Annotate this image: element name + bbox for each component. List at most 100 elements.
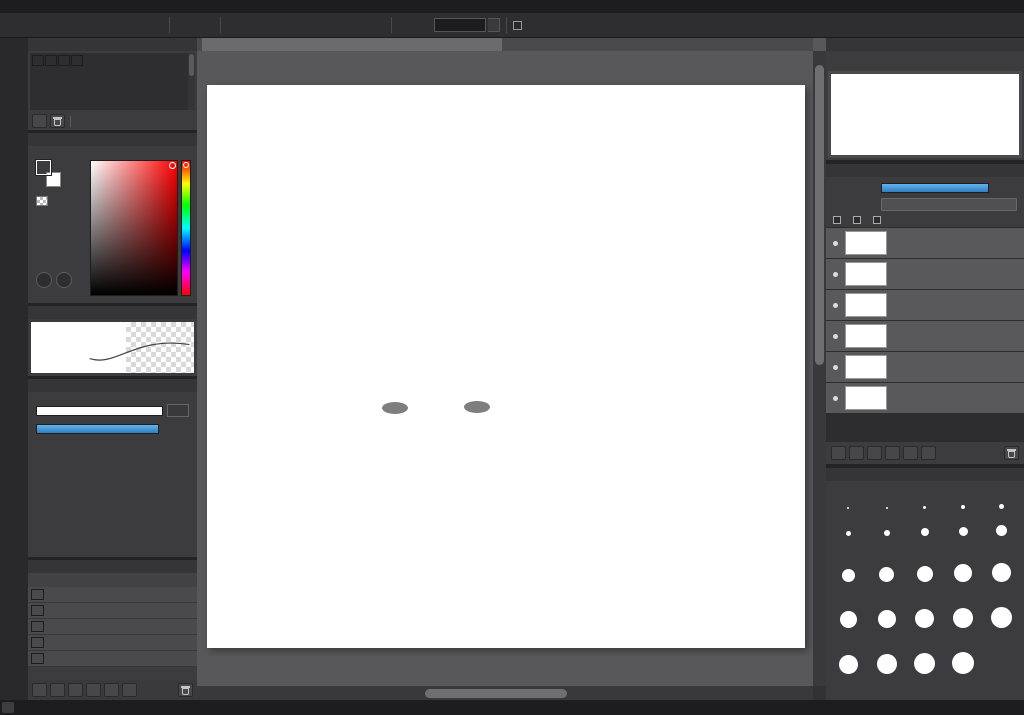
wave-mode-icon[interactable]	[327, 16, 345, 34]
mesh-mode-icon[interactable]	[267, 16, 285, 34]
layer-menu-icon[interactable]	[921, 446, 936, 460]
transfer-layer-icon[interactable]	[867, 446, 882, 460]
clipping-checkbox[interactable]	[853, 215, 861, 224]
select-rect-tool-icon[interactable]	[3, 254, 25, 276]
horizontal-scrollbar[interactable]	[197, 686, 813, 700]
divide-tool-icon[interactable]	[3, 358, 25, 380]
canvas-page[interactable]	[207, 85, 805, 648]
panels-layout-icon[interactable]	[145, 16, 163, 34]
vertical-scroll-thumb[interactable]	[815, 65, 824, 365]
brush-size-option[interactable]	[983, 512, 1021, 539]
flip-horizontal-icon[interactable]	[943, 53, 960, 68]
brush-size-option[interactable]	[829, 631, 867, 677]
transparent-color-chip[interactable]	[36, 196, 48, 206]
layer-visibility-icon[interactable]	[833, 364, 838, 370]
horizontal-scroll-thumb[interactable]	[424, 688, 567, 698]
foreground-color-swatch[interactable]	[35, 159, 52, 176]
scroll-right-icon[interactable]	[802, 686, 813, 700]
layer-visibility-icon[interactable]	[833, 271, 838, 277]
brush-row-selected[interactable]	[28, 619, 197, 635]
brush-opacity-slider[interactable]	[36, 424, 159, 434]
clipping-option[interactable]	[853, 215, 864, 224]
soft-edge-checkbox[interactable]	[513, 20, 522, 30]
layer-visibility-icon[interactable]	[833, 333, 838, 339]
grid-view-icon[interactable]	[125, 16, 143, 34]
brush-size-option[interactable]	[944, 512, 982, 539]
brush-group-row[interactable]	[28, 573, 197, 587]
reset-view-icon[interactable]	[962, 53, 979, 68]
adjust-dropdown-icon[interactable]	[488, 18, 500, 32]
open-file-icon[interactable]	[45, 16, 63, 34]
move-tool-icon[interactable]	[3, 150, 25, 172]
save-as-icon[interactable]	[85, 16, 103, 34]
add-swatch-icon[interactable]	[32, 114, 47, 128]
swap-colors-icon[interactable]	[56, 272, 72, 288]
status-panel-icon[interactable]	[2, 702, 14, 713]
edit-brush-icon[interactable]	[68, 683, 83, 697]
undo-icon[interactable]	[176, 16, 194, 34]
brush-size-option[interactable]	[829, 585, 867, 631]
add-layer-icon[interactable]	[831, 446, 846, 460]
brush-size-option[interactable]	[906, 485, 944, 512]
gradient-tool-icon[interactable]	[3, 228, 25, 250]
brush-mode-icon[interactable]	[227, 16, 245, 34]
brush-size-option[interactable]	[983, 539, 1021, 585]
delete-layer-icon[interactable]	[1004, 446, 1019, 460]
brush-size-option[interactable]	[867, 539, 905, 585]
eyedropper-tool-icon[interactable]	[3, 436, 25, 458]
brush-size-option[interactable]	[867, 512, 905, 539]
brush-settings-icon[interactable]	[367, 16, 385, 34]
brush-menu-icon[interactable]	[86, 683, 101, 697]
rotate-right-icon[interactable]	[924, 53, 941, 68]
cloud-app-icon[interactable]	[5, 16, 23, 34]
layer-visibility-icon[interactable]	[833, 240, 838, 246]
zoom-tool-icon[interactable]	[3, 410, 25, 432]
scroll-down-icon[interactable]	[813, 675, 826, 686]
scroll-up-icon[interactable]	[813, 51, 826, 62]
rotate-left-icon[interactable]	[905, 53, 922, 68]
lock-option[interactable]	[873, 215, 884, 224]
merge-layer-icon[interactable]	[903, 446, 918, 460]
brush-size-slider[interactable]	[36, 405, 163, 416]
palette-swatch[interactable]	[45, 55, 57, 66]
blend-mode-dropdown[interactable]	[881, 197, 1017, 211]
kaleido-mode-icon[interactable]	[307, 16, 325, 34]
vertical-scrollbar[interactable]	[813, 51, 826, 686]
zoom-fit-icon[interactable]	[867, 53, 884, 68]
brush-tool-icon[interactable]	[3, 46, 25, 68]
palette-swatch-grid[interactable]	[30, 53, 195, 110]
brush-size-option[interactable]	[944, 631, 982, 677]
marquee-tool-icon[interactable]	[3, 98, 25, 120]
hand-tool-icon[interactable]	[3, 462, 25, 484]
scroll-left-icon[interactable]	[197, 686, 208, 700]
fill-rect-tool-icon[interactable]	[3, 176, 25, 198]
zoom-actual-icon[interactable]	[886, 53, 903, 68]
color-wheel-icon[interactable]	[36, 272, 52, 288]
brush-size-option[interactable]	[906, 631, 944, 677]
new-file-icon[interactable]	[25, 16, 43, 34]
layer-opacity-slider[interactable]	[881, 183, 989, 193]
palette-swatch[interactable]	[58, 55, 70, 66]
layer-row[interactable]	[826, 228, 1024, 258]
protect-alpha-option[interactable]	[833, 215, 844, 224]
brush-row[interactable]	[28, 651, 197, 667]
layer-visibility-icon[interactable]	[833, 302, 838, 308]
zoom-in-icon[interactable]	[829, 53, 846, 68]
scatter-mode-icon[interactable]	[247, 16, 265, 34]
layer-row[interactable]	[826, 290, 1024, 320]
magic-wand-tool-icon[interactable]	[3, 306, 25, 328]
duplicate-brush-icon[interactable]	[122, 683, 137, 697]
delete-swatch-icon[interactable]	[50, 114, 65, 128]
brush-row[interactable]	[28, 603, 197, 619]
brush-size-option[interactable]	[983, 485, 1021, 512]
lasso-tool-icon[interactable]	[3, 280, 25, 302]
brush-size-option[interactable]	[906, 585, 944, 631]
ring-mode-icon[interactable]	[347, 16, 365, 34]
antialias-icon[interactable]	[398, 16, 416, 34]
brush-size-option[interactable]	[906, 512, 944, 539]
redo-icon[interactable]	[196, 16, 214, 34]
eraser-tool-icon[interactable]	[3, 72, 25, 94]
brush-size-option[interactable]	[867, 485, 905, 512]
delete-brush-icon[interactable]	[178, 683, 193, 697]
brush-row[interactable]	[28, 635, 197, 651]
